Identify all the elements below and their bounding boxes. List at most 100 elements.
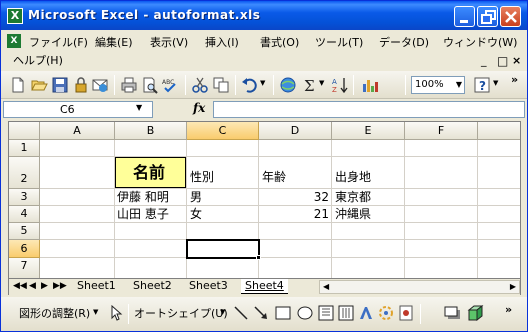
line-icon[interactable]	[233, 305, 249, 321]
menu-edit[interactable]: 編集(E)	[93, 33, 135, 51]
doc-close-button[interactable]: ×	[512, 54, 521, 67]
doc-restore-button[interactable]: □	[497, 54, 508, 68]
menu-format[interactable]: 書式(O)	[258, 33, 301, 51]
zoom-dropdown-icon[interactable]: ▼	[454, 77, 464, 93]
save-icon[interactable]	[51, 76, 69, 94]
cell-b2[interactable]: 名前	[133, 163, 165, 183]
menu-window[interactable]: ウィンドウ(W)	[441, 33, 519, 51]
open-icon[interactable]	[30, 76, 48, 94]
row-header-1[interactable]: 1	[9, 140, 40, 157]
title-bar[interactable]: X Microsoft Excel - autoformat.xls	[1, 1, 527, 30]
last-sheet-icon[interactable]: ▶▶	[53, 281, 67, 291]
sheet-tab-2[interactable]: Sheet2	[129, 279, 176, 294]
menu-help[interactable]: ヘルプ(H)	[11, 51, 65, 69]
draw-menu-button[interactable]: 図形の調整(R)	[19, 305, 90, 321]
menu-tools[interactable]: ツール(T)	[313, 33, 365, 51]
draw-menu-dropdown-icon[interactable]: ▼	[93, 308, 98, 316]
row-header-6[interactable]: 6	[9, 240, 40, 258]
menu-file[interactable]: ファイル(F)	[27, 33, 90, 51]
diagram-icon[interactable]	[378, 305, 394, 321]
column-header-e[interactable]: E	[332, 122, 405, 140]
column-header-g[interactable]	[478, 122, 520, 140]
row-header-7[interactable]: 7	[9, 258, 40, 278]
wordart-icon[interactable]	[358, 305, 374, 321]
column-header-b[interactable]: B	[115, 122, 187, 140]
permission-icon[interactable]	[72, 76, 90, 94]
row-header-4[interactable]: 4	[9, 206, 40, 223]
formula-input[interactable]	[213, 101, 525, 118]
horizontal-scrollbar[interactable]: ◀ ▶	[319, 280, 520, 294]
drawing-toolbar-options-icon[interactable]: »	[505, 303, 512, 316]
autosum-dropdown-icon[interactable]: ▼	[319, 79, 324, 87]
insert-function-icon[interactable]: fx	[193, 101, 205, 115]
minimize-button[interactable]	[454, 6, 475, 27]
autoshapes-dropdown-icon[interactable]: ▼	[220, 308, 225, 316]
select-objects-icon[interactable]	[109, 305, 123, 321]
3d-style-icon[interactable]	[466, 304, 484, 322]
new-icon[interactable]	[9, 76, 27, 94]
cell-e4[interactable]: 沖縄県	[335, 206, 371, 222]
doc-minimize-button[interactable]: _	[481, 54, 487, 67]
name-box-dropdown-icon[interactable]: ▼	[136, 103, 142, 112]
scroll-left-icon[interactable]: ◀	[323, 282, 329, 291]
sheet-tab-1[interactable]: Sheet1	[73, 279, 120, 294]
oval-icon[interactable]	[296, 305, 314, 321]
help-dropdown-icon[interactable]: ▼	[493, 79, 498, 87]
vertical-text-box-icon[interactable]	[338, 305, 354, 321]
email-icon[interactable]	[91, 76, 109, 94]
cell-e2[interactable]: 出身地	[335, 169, 371, 185]
next-sheet-icon[interactable]: ▶	[41, 281, 48, 291]
undo-dropdown-icon[interactable]: ▼	[260, 79, 265, 87]
rectangle-icon[interactable]	[274, 305, 292, 321]
cell-b4[interactable]: 山田 恵子	[117, 206, 169, 222]
clip-art-icon[interactable]	[398, 305, 414, 321]
restore-button[interactable]	[477, 6, 498, 27]
cell-c3[interactable]: 男	[190, 189, 202, 205]
close-button[interactable]	[500, 6, 521, 27]
menu-view[interactable]: 表示(V)	[148, 33, 190, 51]
worksheet-grid[interactable]: A B C D E F 1 2 3 4 5 6 7 名前 性別 年齢 出身地 伊…	[8, 121, 521, 279]
prev-sheet-icon[interactable]: ◀	[29, 281, 36, 291]
name-box[interactable]: C6	[3, 101, 153, 118]
hyperlink-icon[interactable]	[279, 76, 297, 94]
select-all-corner[interactable]	[9, 122, 40, 140]
row-header-3[interactable]: 3	[9, 189, 40, 206]
cell-d3[interactable]: 32	[259, 189, 331, 205]
toolbar-options-icon[interactable]: »	[511, 73, 518, 86]
column-header-d[interactable]: D	[259, 122, 332, 140]
sheet-tab-4[interactable]: Sheet4	[241, 279, 288, 294]
sort-ascending-icon[interactable]: AZ	[331, 76, 349, 94]
fill-handle[interactable]	[256, 255, 261, 260]
row-header-5[interactable]: 5	[9, 223, 40, 240]
undo-icon[interactable]	[241, 76, 259, 94]
workbook-icon[interactable]: X	[7, 34, 21, 48]
autoshapes-button[interactable]: オートシェイプ(U)	[134, 305, 228, 321]
first-sheet-icon[interactable]: ◀◀	[13, 281, 27, 291]
autosum-icon[interactable]: Σ	[301, 76, 319, 94]
cell-b3[interactable]: 伊藤 和明	[117, 189, 169, 205]
cell-d2[interactable]: 年齢	[262, 169, 286, 185]
text-box-icon[interactable]	[318, 305, 334, 321]
active-cell-c6[interactable]	[186, 239, 260, 259]
menu-data[interactable]: データ(D)	[377, 33, 431, 51]
cell-d4[interactable]: 21	[259, 206, 331, 222]
column-header-f[interactable]: F	[405, 122, 478, 140]
sheet-tab-3[interactable]: Sheet3	[185, 279, 232, 294]
help-icon[interactable]: ?	[473, 76, 491, 94]
cut-icon[interactable]	[191, 76, 209, 94]
cell-c4[interactable]: 女	[190, 206, 202, 222]
cell-e3[interactable]: 東京都	[335, 189, 371, 205]
print-icon[interactable]	[120, 76, 138, 94]
print-preview-icon[interactable]	[141, 76, 159, 94]
copy-icon[interactable]	[212, 76, 230, 94]
cell-c2[interactable]: 性別	[190, 169, 214, 185]
scroll-right-icon[interactable]: ▶	[510, 282, 516, 291]
arrow-icon[interactable]	[253, 305, 269, 321]
spelling-icon[interactable]: ABC	[161, 76, 179, 94]
column-header-c[interactable]: C	[187, 122, 259, 140]
shadow-style-icon[interactable]	[444, 306, 462, 320]
column-header-a[interactable]: A	[40, 122, 115, 140]
chart-wizard-icon[interactable]	[361, 76, 379, 94]
menu-insert[interactable]: 挿入(I)	[203, 33, 241, 51]
excel-app-icon[interactable]: X	[7, 8, 23, 24]
